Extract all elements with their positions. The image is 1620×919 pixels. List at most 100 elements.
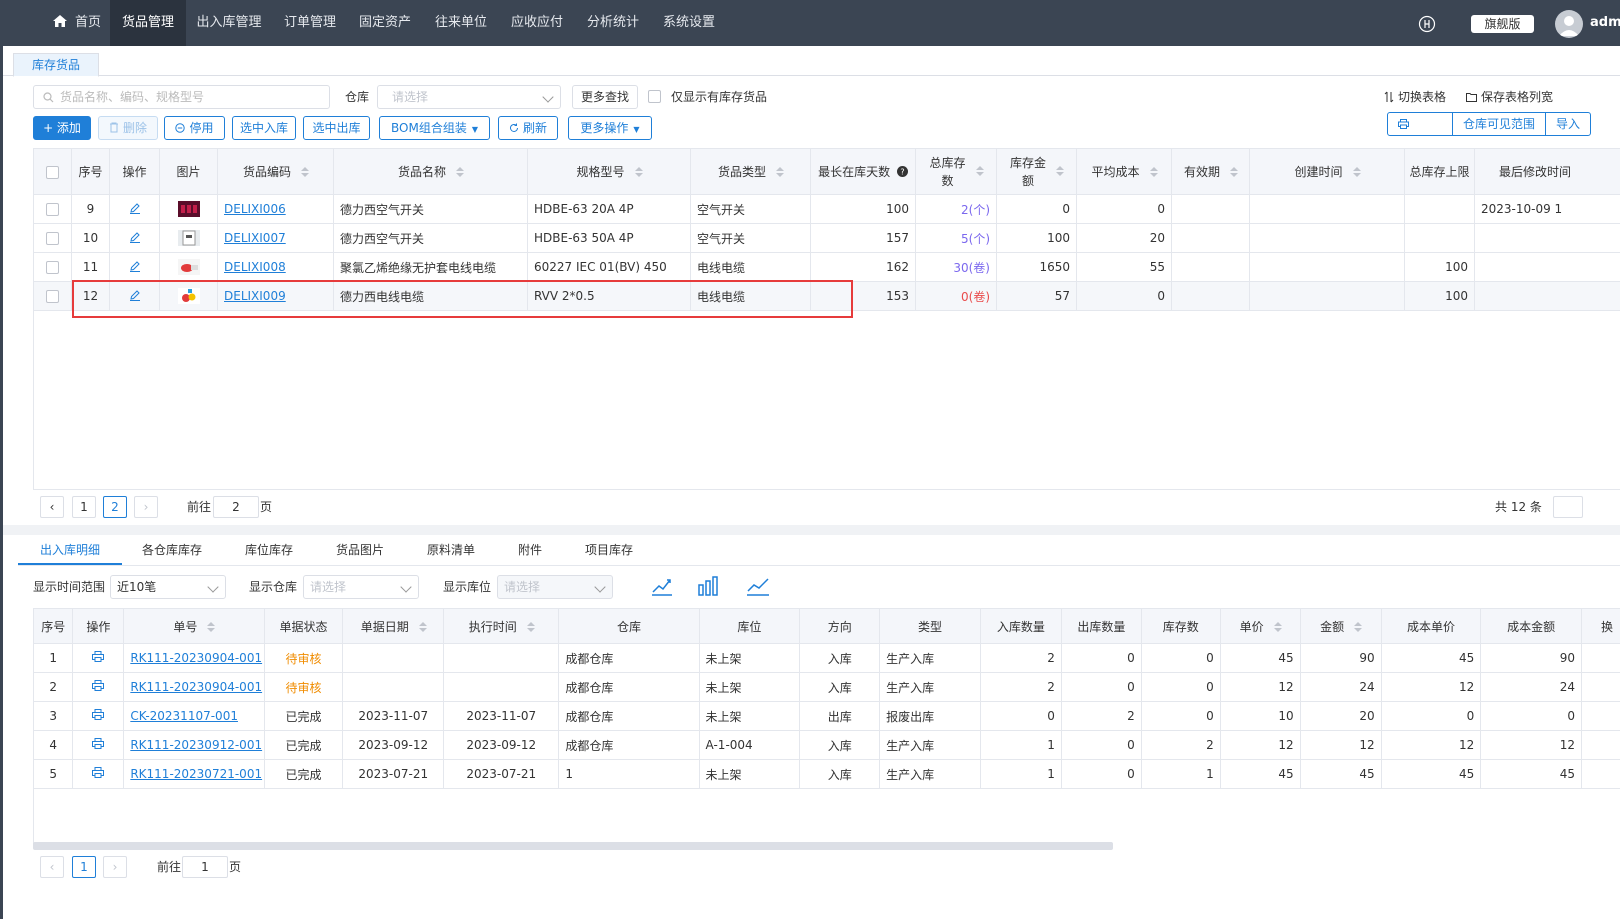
col-total-stock[interactable]: 总库存数 — [915, 148, 997, 195]
only-stock-checkbox[interactable] — [648, 90, 661, 103]
tab-location-stock[interactable]: 库位库存 — [245, 540, 293, 560]
tab-project-stock[interactable]: 项目库存 — [585, 540, 633, 560]
bar-chart-icon[interactable] — [697, 574, 721, 598]
product-thumbnail[interactable] — [177, 230, 200, 246]
visible-range-button[interactable]: 仓库可见范围 — [1453, 113, 1547, 135]
detail-next-page-button[interactable]: › — [103, 856, 127, 878]
edit-icon[interactable] — [129, 260, 141, 272]
avatar[interactable] — [1555, 10, 1583, 38]
detail-prev-page-button[interactable]: ‹ — [40, 856, 64, 878]
nav-orders[interactable]: 订单管理 — [280, 0, 340, 46]
sort-icon[interactable] — [776, 167, 784, 177]
page-2-button[interactable]: 2 — [103, 496, 127, 518]
switch-table-link[interactable]: 切换表格 — [1384, 89, 1446, 105]
print-icon[interactable] — [92, 738, 105, 749]
time-range-select[interactable]: 近10笔 — [110, 575, 226, 599]
tab-warehouse-stock[interactable]: 各仓库库存 — [142, 540, 202, 560]
nav-inout[interactable]: 出入库管理 — [192, 0, 266, 46]
product-thumbnail[interactable] — [177, 201, 200, 217]
prev-page-button[interactable]: ‹ — [40, 496, 64, 518]
print-icon[interactable] — [92, 651, 105, 662]
nav-goods[interactable]: 货品管理 — [110, 0, 186, 46]
row-total-stock[interactable]: 30(卷) — [915, 252, 997, 282]
to-outbound-button[interactable]: 选中出库 — [303, 116, 370, 140]
bom-button[interactable]: BOM组合组装 ▼ — [379, 116, 490, 140]
sort-icon[interactable] — [1149, 167, 1158, 177]
table-row[interactable]: 5 RK111-20230721-001 已完成 2023-07-21 2023-07-… — [32, 759, 1620, 789]
nav-analytics[interactable]: 分析统计 — [582, 0, 644, 46]
to-inbound-button[interactable]: 选中入库 — [232, 116, 296, 140]
line-chart-icon[interactable] — [745, 574, 771, 598]
col-spec[interactable]: 规格型号 — [527, 148, 691, 195]
doc-number-link[interactable]: RK111-20230912-001 — [130, 738, 262, 752]
disable-button[interactable]: 停用 — [164, 116, 225, 140]
product-thumbnail[interactable] — [177, 259, 200, 275]
goods-code-link[interactable]: DELIXI008 — [224, 260, 286, 274]
nav-home[interactable]: 首页 — [46, 0, 108, 46]
next-page-button[interactable]: › — [134, 496, 158, 518]
show-warehouse-select[interactable]: 请选择 — [303, 575, 419, 599]
tab-goods-images[interactable]: 货品图片 — [336, 540, 384, 560]
col-stock-amount[interactable]: 库存金额 — [996, 148, 1077, 195]
dcol-amount[interactable]: 金额 — [1299, 608, 1382, 644]
col-created[interactable]: 创建时间 — [1249, 148, 1405, 195]
tab-stock-goods[interactable]: 库存货品 — [13, 53, 99, 77]
table-row[interactable]: 9 DELIXI006 德力西空气开关 HDBE-63 20A 4P 空气开关 100 2(… — [33, 194, 1620, 224]
edit-icon[interactable] — [129, 231, 141, 243]
more-ops-button[interactable]: 更多操作 ▼ — [568, 116, 652, 140]
dcol-date[interactable]: 单据日期 — [342, 608, 445, 644]
horizontal-scrollbar[interactable] — [33, 842, 1113, 850]
col-avg-cost[interactable]: 平均成本 — [1076, 148, 1172, 195]
sort-icon[interactable] — [1056, 166, 1064, 176]
col-days[interactable]: 最长在库天数 ? — [810, 148, 916, 195]
table-row[interactable]: 3 CK-20231107-001 已完成 2023-11-07 2023-11-07 成… — [32, 701, 1620, 731]
area-chart-icon[interactable] — [650, 574, 674, 598]
add-button[interactable]: + 添加 — [33, 116, 91, 140]
col-code[interactable]: 货品编码 — [217, 148, 334, 195]
goods-code-link[interactable]: DELIXI007 — [224, 231, 286, 245]
more-search-button[interactable]: 更多查找 — [572, 85, 638, 109]
nav-receivables[interactable]: 应收应付 — [506, 0, 568, 46]
print-icon[interactable] — [92, 709, 105, 720]
table-row[interactable]: 11 DELIXI008 聚氯乙烯绝缘无护套电线电缆 60227 IEC 01(BV)… — [33, 252, 1620, 282]
col-expiry[interactable]: 有效期 — [1171, 148, 1250, 195]
row-total-stock[interactable]: 5(个) — [915, 223, 997, 253]
dcol-doc[interactable]: 单号 — [123, 608, 265, 644]
select-all-checkbox[interactable] — [46, 165, 59, 179]
nav-partners[interactable]: 往来单位 — [430, 0, 492, 46]
row-checkbox[interactable] — [46, 232, 59, 245]
col-name[interactable]: 货品名称 — [333, 148, 528, 195]
detail-goto-input[interactable]: 1 — [182, 856, 228, 878]
nav-settings[interactable]: 系统设置 — [658, 0, 720, 46]
col-type[interactable]: 货品类型 — [690, 148, 811, 195]
row-total-stock[interactable]: 2(个) — [915, 194, 997, 224]
page-1-button[interactable]: 1 — [72, 496, 96, 518]
table-row[interactable]: 4 RK111-20230912-001 已完成 2023-09-12 2023-09-… — [32, 730, 1620, 760]
refresh-button[interactable]: 刷新 — [498, 116, 558, 140]
doc-number-link[interactable]: RK111-20230721-001 — [130, 767, 262, 781]
goto-page-input[interactable]: 2 — [213, 496, 259, 518]
print-icon[interactable] — [92, 767, 105, 778]
sort-icon[interactable] — [526, 621, 535, 632]
help-circle-icon[interactable]: ? — [896, 166, 908, 177]
dcol-exec[interactable]: 执行时间 — [443, 608, 560, 644]
import-button[interactable]: 导入 — [1546, 113, 1590, 135]
row-checkbox[interactable] — [46, 261, 59, 274]
sort-icon[interactable] — [456, 167, 464, 177]
help-icon[interactable] — [1418, 15, 1436, 33]
goods-code-link[interactable]: DELIXI006 — [224, 202, 286, 216]
user-name[interactable]: admi — [1590, 0, 1620, 46]
page-size-select[interactable] — [1553, 496, 1583, 518]
table-row[interactable]: 10 DELIXI007 德力西空气开关 HDBE-63 50A 4P 空气开关 157 5… — [33, 223, 1620, 253]
doc-number-link[interactable]: CK-20231107-001 — [130, 709, 238, 723]
sort-icon[interactable] — [1354, 621, 1363, 632]
sort-icon[interactable] — [1230, 167, 1238, 177]
table-row[interactable]: 2 RK111-20230904-001 待审核 成都仓库 未上架 入库 生产入库 2 0 0 12… — [32, 672, 1620, 702]
row-checkbox[interactable] — [46, 290, 59, 303]
row-total-stock[interactable]: 0(卷) — [915, 281, 997, 311]
edit-icon[interactable] — [129, 202, 141, 214]
save-columns-link[interactable]: 保存表格列宽 — [1466, 89, 1553, 105]
dcol-price[interactable]: 单价 — [1219, 608, 1301, 644]
detail-page-1-button[interactable]: 1 — [72, 856, 96, 878]
tab-inout-detail[interactable]: 出入库明细 — [40, 540, 100, 560]
